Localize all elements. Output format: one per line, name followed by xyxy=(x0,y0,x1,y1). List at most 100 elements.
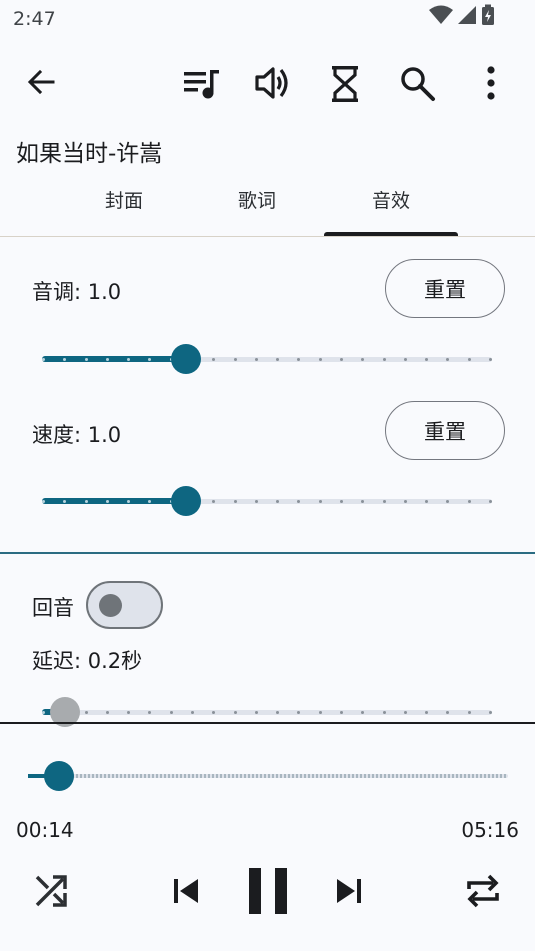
slider-tick xyxy=(255,358,258,361)
slider-tick xyxy=(361,500,364,503)
slider-tick xyxy=(319,358,322,361)
slider-tick xyxy=(468,711,471,714)
speed-reset-button[interactable]: 重置 xyxy=(385,401,505,460)
shuffle-icon[interactable] xyxy=(34,874,68,908)
slider-tick xyxy=(361,711,364,714)
slider-tick xyxy=(276,711,279,714)
tab-divider xyxy=(0,236,535,237)
slider-tick xyxy=(297,711,300,714)
battery-charging-icon xyxy=(481,4,495,30)
pitch-slider[interactable] xyxy=(42,339,492,379)
slider-tick xyxy=(148,358,151,361)
slider-tick xyxy=(234,711,237,714)
repeat-icon[interactable] xyxy=(465,872,501,910)
slider-tick xyxy=(425,358,428,361)
slider-tick xyxy=(425,500,428,503)
playback-progress-slider[interactable] xyxy=(28,756,508,796)
speed-label: 速度: 1.0 xyxy=(32,423,122,447)
slider-tick xyxy=(212,358,215,361)
playlist-icon[interactable] xyxy=(184,68,222,100)
signal-icon xyxy=(457,5,477,29)
slider-tick xyxy=(255,711,258,714)
slider-tick xyxy=(127,711,130,714)
slider-tick xyxy=(42,500,45,503)
slider-tick xyxy=(276,500,279,503)
slider-tick xyxy=(276,358,279,361)
slider-thumb[interactable] xyxy=(171,344,201,374)
speed-slider[interactable] xyxy=(42,481,492,521)
slider-tick xyxy=(127,358,130,361)
skip-next-icon[interactable] xyxy=(336,878,362,904)
switch-knob xyxy=(99,594,122,617)
slider-tick xyxy=(383,500,386,503)
slider-tick xyxy=(63,500,66,503)
wifi-icon xyxy=(429,5,453,29)
player-divider xyxy=(0,722,535,724)
slider-tick xyxy=(42,711,45,714)
volume-icon[interactable] xyxy=(255,66,291,100)
slider-tick xyxy=(383,358,386,361)
search-icon[interactable] xyxy=(400,66,436,102)
slider-tick xyxy=(148,500,151,503)
tab-effects[interactable]: 音效 xyxy=(324,186,458,213)
slider-tick xyxy=(446,711,449,714)
more-vert-icon[interactable] xyxy=(484,66,498,100)
slider-tick xyxy=(446,358,449,361)
skip-previous-icon[interactable] xyxy=(173,878,199,904)
tab-cover[interactable]: 封面 xyxy=(57,186,191,213)
slider-thumb[interactable] xyxy=(171,486,201,516)
slider-tick xyxy=(255,500,258,503)
slider-tick xyxy=(170,711,173,714)
slider-tick xyxy=(127,500,130,503)
slider-tick xyxy=(85,500,88,503)
slider-tick xyxy=(106,358,109,361)
status-icons xyxy=(429,4,495,30)
slider-tick xyxy=(340,358,343,361)
slider-tick xyxy=(297,358,300,361)
slider-tick xyxy=(404,500,407,503)
progress-thumb[interactable] xyxy=(44,761,75,791)
slider-tick xyxy=(404,711,407,714)
echo-label: 回音 xyxy=(32,596,74,620)
slider-tick xyxy=(340,500,343,503)
slider-tick xyxy=(212,500,215,503)
slider-tick xyxy=(191,711,194,714)
tab-lyrics[interactable]: 歌词 xyxy=(190,186,324,213)
slider-tick xyxy=(234,358,237,361)
slider-tick xyxy=(446,500,449,503)
slider-tick xyxy=(319,711,322,714)
slider-tick xyxy=(489,358,492,361)
slider-tick xyxy=(106,711,109,714)
slider-tick xyxy=(468,358,471,361)
slider-tick xyxy=(319,500,322,503)
slider-tick xyxy=(85,358,88,361)
current-time: 00:14 xyxy=(16,818,74,842)
slider-tick xyxy=(468,500,471,503)
delay-label: 延迟: 0.2秒 xyxy=(32,649,143,673)
slider-tick xyxy=(340,711,343,714)
slider-tick xyxy=(425,711,428,714)
back-arrow-icon[interactable] xyxy=(27,68,55,96)
progress-track xyxy=(28,774,508,778)
status-time: 2:47 xyxy=(13,8,56,30)
slider-tick xyxy=(212,711,215,714)
slider-tick xyxy=(297,500,300,503)
slider-tick xyxy=(489,711,492,714)
section-divider xyxy=(0,552,535,554)
echo-switch[interactable] xyxy=(86,581,163,629)
pitch-reset-button[interactable]: 重置 xyxy=(385,259,505,318)
slider-tick xyxy=(63,358,66,361)
song-title: 如果当时-许嵩 xyxy=(16,141,163,167)
slider-tick xyxy=(106,500,109,503)
total-time: 05:16 xyxy=(461,818,519,842)
slider-tick xyxy=(404,358,407,361)
slider-tick xyxy=(361,358,364,361)
pause-icon[interactable] xyxy=(248,867,288,915)
slider-tick xyxy=(42,358,45,361)
delay-slider[interactable] xyxy=(42,692,492,732)
slider-tick xyxy=(489,500,492,503)
slider-tick xyxy=(148,711,151,714)
timer-icon[interactable] xyxy=(331,65,359,103)
slider-tick xyxy=(234,500,237,503)
slider-tick xyxy=(383,711,386,714)
